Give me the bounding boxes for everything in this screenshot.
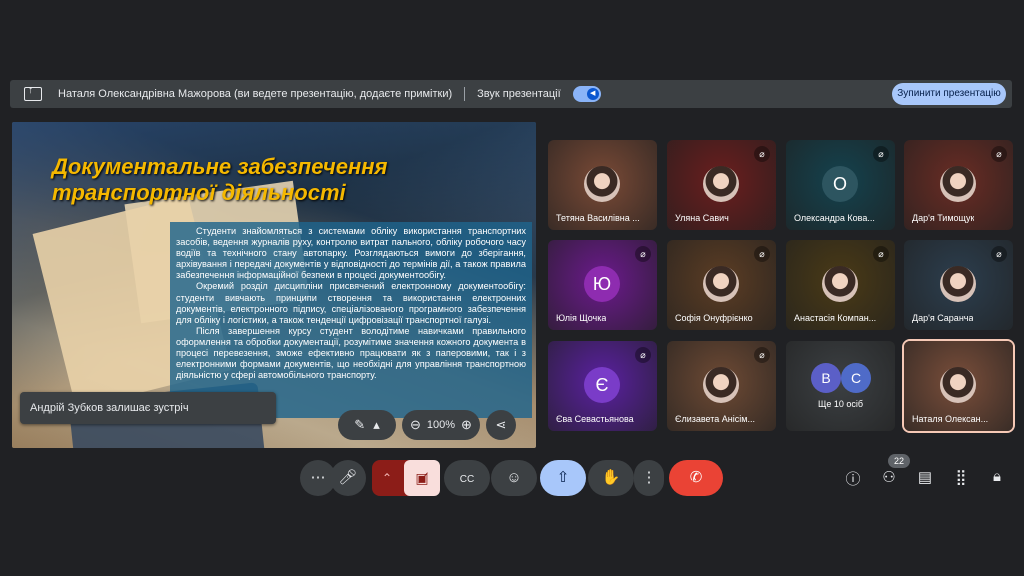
participant-name: Наталя Олексан... [912,414,989,424]
chat-icon[interactable]: ▤ [915,468,935,486]
slide-title-line: Документальне забезпечення [52,154,388,179]
present-screen-icon [24,85,42,101]
divider [464,87,466,101]
share-icon: ⋖ [495,417,507,432]
call-controls-bar: ⋯ 🎤︎ ⌃ ▣̸ CC ☺ ⇧ ✋ ⋮ ✆ ⓘ 22 ⚇ ▤ ⣿ 🔒︎ [0,454,1024,500]
chevron-up-icon: ▴ [373,417,380,432]
participant-tile[interactable]: ⌀ Дар'я Тимощук [904,140,1013,230]
mic-off-icon: ⌀ [754,246,770,262]
camera-off-icon: ▣̸ [415,470,429,486]
mic-off-icon: ⌀ [754,146,770,162]
avatar-letter: Є [584,367,620,403]
mic-off-icon: ⌀ [754,347,770,363]
people-icon[interactable]: ⚇ [879,468,899,486]
zoom-out-icon[interactable]: ⊖ [410,417,421,433]
zoom-in-icon[interactable]: ⊕ [461,417,472,433]
avatar-letter: В [811,363,841,393]
more-horiz-icon: ⋯ [310,469,326,486]
participant-tile[interactable]: ⌀ Анастасія Компан... [786,240,895,330]
avatar-letter: Ю [584,266,620,302]
annotate-button[interactable]: ✎ ▴ [338,410,396,440]
slide-paragraph: Окремий розділ дисципліни присвячений ел… [176,281,526,325]
slide-text-box: Студенти знайомляться з системами обліку… [170,222,532,418]
share-button[interactable]: ⋖ [485,410,516,440]
meet-screen: Наталя Олександрівна Мажорова (ви ведете… [0,0,1024,576]
stop-presenting-button[interactable]: Зупинити презентацію [892,83,1006,105]
mic-off-icon: ⌀ [991,246,1007,262]
activities-icon[interactable]: ⣿ [951,468,971,486]
more-actions-button[interactable]: ⋮ [634,460,664,496]
avatar [703,367,739,403]
avatar [703,266,739,302]
notification-toast: Андрій Зубков залишає зустріч [20,392,276,424]
mic-off-icon: ⌀ [873,146,889,162]
zoom-level: 100% [426,419,456,431]
participant-tile[interactable]: ⌀ Єлизавета Анісім... [667,341,776,431]
avatar [822,266,858,302]
info-icon[interactable]: ⓘ [843,468,863,489]
more-vert-icon: ⋮ [641,469,657,486]
participant-tile[interactable]: ⌀ Уляна Савич [667,140,776,230]
participant-name: Олександра Кова... [794,213,875,223]
slide-paragraph: Студенти знайомляться з системами обліку… [176,226,526,281]
camera-off-button[interactable]: ▣̸ [404,460,440,496]
mic-off-icon: ⌀ [991,146,1007,162]
slide-title-line: транспортної діяльності [52,180,346,205]
presentation-sound-toggle[interactable]: ◀ [572,86,601,102]
participant-name: Анастасія Компан... [794,313,877,323]
end-call-icon: ✆ [689,469,703,486]
mic-off-icon: ⌀ [873,246,889,262]
emoji-icon: ☺ [506,469,522,486]
slide-title: Документальне забезпечення транспортної … [52,154,388,206]
participant-name: Єва Севастьянова [556,414,634,424]
leave-call-button[interactable]: ✆ [669,460,723,496]
avatar [940,367,976,403]
captions-button[interactable]: CC [444,460,490,496]
participant-name: Тетяна Василівна ... [556,213,640,223]
zoom-controls: ⊖ 100% ⊕ [402,410,480,440]
speaker-icon: ◀ [586,88,599,100]
slide-paragraph: Після завершення курсу студент володітим… [176,325,526,381]
present-icon: ⇧ [556,469,570,486]
host-controls-icon[interactable]: 🔒︎ [987,468,1007,485]
participant-tile[interactable]: Ю ⌀ Юлія Щочка [548,240,657,330]
avatar-letter: О [822,166,858,202]
participant-name: Дар'я Саранча [912,313,974,323]
participant-name: Ще 10 осіб [817,399,864,409]
participant-name: Єлизавета Анісім... [675,414,755,424]
presentation-bar: Наталя Олександрівна Мажорова (ви ведете… [10,80,1012,108]
hand-icon: ✋ [601,469,621,486]
avatar [940,166,976,202]
participant-tile[interactable]: Тетяна Василівна ... [548,140,657,230]
participant-name: Юлія Щочка [556,313,607,323]
mic-off-icon: ⌀ [635,246,651,262]
avatar [940,266,976,302]
participant-tile[interactable]: О ⌀ Олександра Кова... [786,140,895,230]
microphone-button[interactable]: 🎤︎ [330,460,366,496]
mic-off-icon: ⌀ [635,347,651,363]
avatar [584,166,620,202]
participants-count-badge: 22 [888,454,910,468]
reactions-button[interactable]: ☺ [491,460,537,496]
captions-icon: CC [459,474,475,485]
avatar-letter: С [841,363,871,393]
participant-name: Софія Онуфрієнко [675,313,753,323]
mic-icon: 🎤︎ [338,469,358,486]
raise-hand-button[interactable]: ✋ [588,460,634,496]
avatar [703,166,739,202]
presenter-status: Наталя Олександрівна Мажорова (ви ведете… [58,88,453,100]
participant-tile[interactable]: Є ⌀ Єва Севастьянова [548,341,657,431]
pen-icon: ✎ [354,417,366,432]
participant-name: Дар'я Тимощук [912,213,975,223]
participant-name: Уляна Савич [675,213,729,223]
camera-group: ⌃ ▣̸ [372,460,440,496]
chevron-up-icon[interactable]: ⌃ [382,460,392,496]
present-now-button[interactable]: ⇧ [540,460,586,496]
presentation-sound-label: Звук презентації [477,88,561,100]
slide-controls: ✎ ▴ ⊖ 100% ⊕ ⋖ [338,410,516,440]
participant-tile[interactable]: ⌀ Софія Онуфрієнко [667,240,776,330]
participant-tile[interactable]: Наталя Олексан... [904,341,1013,431]
participant-tile[interactable]: ⌀ Дар'я Саранча [904,240,1013,330]
participant-tile[interactable]: В С Ще 10 осіб [786,341,895,431]
